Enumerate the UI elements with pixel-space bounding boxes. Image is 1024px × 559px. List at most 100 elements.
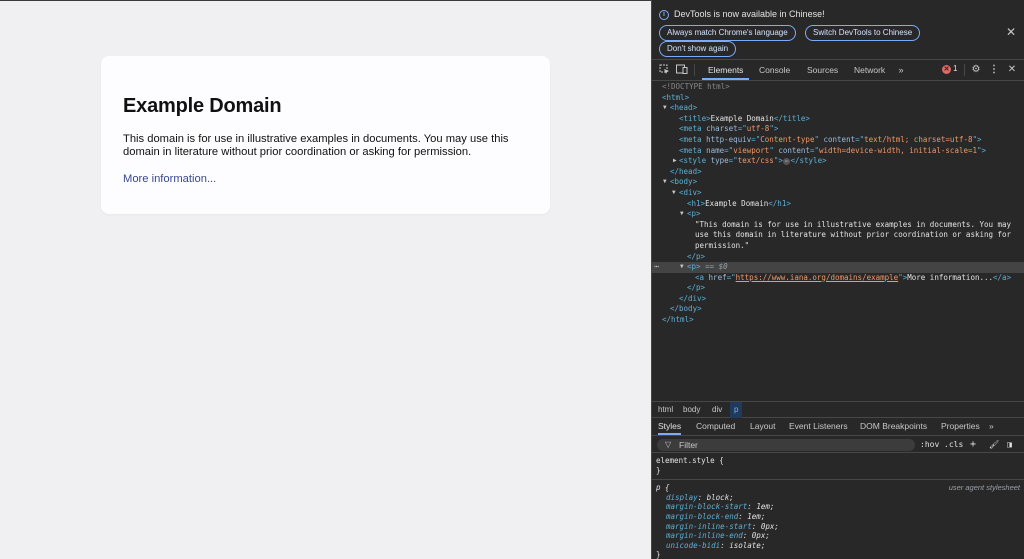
p-style-rule[interactable]: p { user agent stylesheet display: block…: [652, 479, 1024, 559]
dom-node[interactable]: ▼ <p>: [652, 209, 1024, 220]
dom-node[interactable]: <a href="https://www.iana.org/domains/ex…: [652, 273, 1024, 284]
styles-filter-bar: ▽ :hov .cls + 🖌 ◨: [652, 437, 1024, 453]
dom-node[interactable]: </p>: [652, 283, 1024, 294]
language-infobar: i DevTools is now available in Chinese! …: [652, 0, 1024, 60]
attr-name: type: [710, 156, 729, 166]
collapse-arrow-icon[interactable]: ▼: [680, 209, 684, 220]
class-toggle-button[interactable]: .cls: [944, 439, 963, 451]
dom-node[interactable]: </head>: [652, 167, 1024, 178]
css-value[interactable]: 1em: [756, 502, 770, 511]
element-style-rule[interactable]: element.style { }: [652, 454, 1024, 479]
collapse-arrow-icon[interactable]: ▼: [680, 262, 684, 273]
devtools-panel: i DevTools is now available in Chinese! …: [651, 0, 1024, 559]
breadcrumb-div[interactable]: div: [708, 402, 726, 418]
dom-tree[interactable]: <!DOCTYPE html> <html> ▼ <head> <title>Ex…: [652, 82, 1024, 400]
new-style-rule-icon[interactable]: +: [970, 439, 976, 451]
devtools-toolbar: Elements Console Sources Network » ✕ 1 ⚙…: [652, 60, 1024, 81]
dom-node[interactable]: </html>: [652, 315, 1024, 326]
css-declaration[interactable]: unicode-bidi: isolate;: [666, 541, 1020, 551]
switch-devtools-chinese-button[interactable]: Switch DevTools to Chinese: [805, 25, 921, 41]
dont-show-again-button[interactable]: Don't show again: [659, 41, 737, 57]
dom-text-node[interactable]: permission.": [652, 241, 1024, 252]
rule-close-brace: }: [656, 550, 661, 559]
href-link[interactable]: https://www.iana.org/domains/example: [736, 273, 899, 282]
tab-properties[interactable]: Properties: [941, 418, 980, 435]
more-information-link[interactable]: More information...: [123, 173, 528, 185]
dom-node[interactable]: ▼ <body>: [652, 177, 1024, 188]
dom-node[interactable]: ▼ <div>: [652, 188, 1024, 199]
css-value[interactable]: block: [707, 493, 730, 502]
collapse-arrow-icon[interactable]: ▼: [672, 188, 676, 199]
dom-node[interactable]: <!DOCTYPE html>: [652, 82, 1024, 93]
filter-icon: ▽: [665, 440, 672, 449]
always-match-language-button[interactable]: Always match Chrome's language: [659, 25, 796, 41]
page-body-text: This domain is for use in illustrative e…: [123, 133, 509, 158]
tab-sources[interactable]: Sources: [807, 60, 838, 80]
settings-gear-icon[interactable]: ⚙: [970, 64, 982, 76]
more-tabs-icon[interactable]: »: [895, 64, 907, 76]
close-icon[interactable]: ✕: [1006, 25, 1016, 39]
dom-node[interactable]: <meta charset="utf-8">: [652, 124, 1024, 135]
collapse-arrow-icon[interactable]: ▼: [663, 177, 667, 188]
css-property: margin-inline-start: [666, 521, 752, 531]
rule-close-brace: }: [656, 465, 661, 475]
css-value[interactable]: 0px: [752, 531, 766, 540]
dom-node[interactable]: </p>: [652, 252, 1024, 263]
css-declaration[interactable]: display: block;: [666, 493, 1020, 503]
expand-arrow-icon[interactable]: ▶: [673, 156, 677, 167]
inspect-element-icon[interactable]: [658, 64, 670, 76]
dom-text-node[interactable]: "This domain is for use in illustrative …: [652, 220, 1024, 231]
attr-value: text/html; charset=utf-8: [864, 134, 973, 144]
more-actions-icon[interactable]: ⋯: [654, 262, 659, 273]
tab-elements[interactable]: Elements: [702, 60, 750, 80]
tab-dom-breakpoints[interactable]: DOM Breakpoints: [860, 418, 927, 435]
collapse-arrow-icon[interactable]: ▼: [663, 103, 667, 114]
dom-node[interactable]: <html>: [652, 93, 1024, 104]
css-value[interactable]: isolate: [729, 541, 761, 550]
page-heading: Example Domain: [123, 95, 282, 117]
css-value[interactable]: 1em: [747, 512, 761, 521]
css-declaration[interactable]: margin-inline-start: 0px;: [666, 522, 1020, 532]
dom-node[interactable]: <title>Example Domain</title>: [652, 114, 1024, 125]
dom-node-selected[interactable]: ⋯ ▼ <p> == $0: [652, 262, 1024, 273]
dom-node[interactable]: <meta name="viewport" content="width=dev…: [652, 146, 1024, 157]
css-property: unicode-bidi: [666, 540, 721, 550]
css-property: margin-block-end: [666, 511, 739, 521]
tab-network[interactable]: Network: [854, 60, 885, 80]
toggle-sidebar-icon[interactable]: ◨: [1007, 439, 1012, 451]
more-subtabs-icon[interactable]: »: [989, 418, 994, 435]
dom-node[interactable]: <meta http-equiv="Content-type" content=…: [652, 135, 1024, 146]
css-property: margin-block-start: [666, 502, 748, 512]
device-toolbar-icon[interactable]: [676, 64, 688, 76]
dom-node[interactable]: ▼ <head>: [652, 103, 1024, 114]
close-devtools-icon[interactable]: ✕: [1006, 64, 1018, 76]
dom-node[interactable]: </div>: [652, 294, 1024, 305]
dom-node[interactable]: <h1>Example Domain</h1>: [652, 199, 1024, 210]
error-count[interactable]: 1: [953, 64, 957, 73]
title-text: Example Domain: [710, 113, 774, 123]
attr-name: content: [778, 145, 810, 155]
css-value[interactable]: 0px: [761, 522, 775, 531]
attr-value: text/css: [737, 156, 774, 166]
tab-computed[interactable]: Computed: [696, 418, 735, 435]
toolbar-divider: [964, 64, 965, 76]
breadcrumb-body[interactable]: body: [679, 402, 704, 418]
breadcrumb-html[interactable]: html: [654, 402, 677, 418]
tab-console[interactable]: Console: [759, 60, 790, 80]
dom-text-node[interactable]: use this domain in literature without pr…: [652, 230, 1024, 241]
css-declaration[interactable]: margin-inline-end: 0px;: [666, 531, 1020, 541]
dom-node[interactable]: ▶ <style type="text/css"> ⋯ </style>: [652, 156, 1024, 167]
tab-event-listeners[interactable]: Event Listeners: [789, 418, 848, 435]
tab-layout[interactable]: Layout: [750, 418, 776, 435]
css-declaration[interactable]: margin-block-end: 1em;: [666, 512, 1020, 522]
paint-format-icon[interactable]: 🖌: [989, 439, 999, 451]
error-icon[interactable]: ✕: [942, 65, 951, 74]
tab-styles[interactable]: Styles: [658, 418, 682, 435]
filter-input[interactable]: [679, 439, 909, 451]
hover-state-button[interactable]: :hov: [920, 439, 939, 451]
dom-node[interactable]: </body>: [652, 304, 1024, 315]
css-property: margin-inline-end: [666, 531, 743, 541]
breadcrumb-p[interactable]: p: [730, 402, 743, 418]
css-declaration[interactable]: margin-block-start: 1em;: [666, 502, 1020, 512]
kebab-menu-icon[interactable]: ⋮: [988, 64, 1000, 76]
